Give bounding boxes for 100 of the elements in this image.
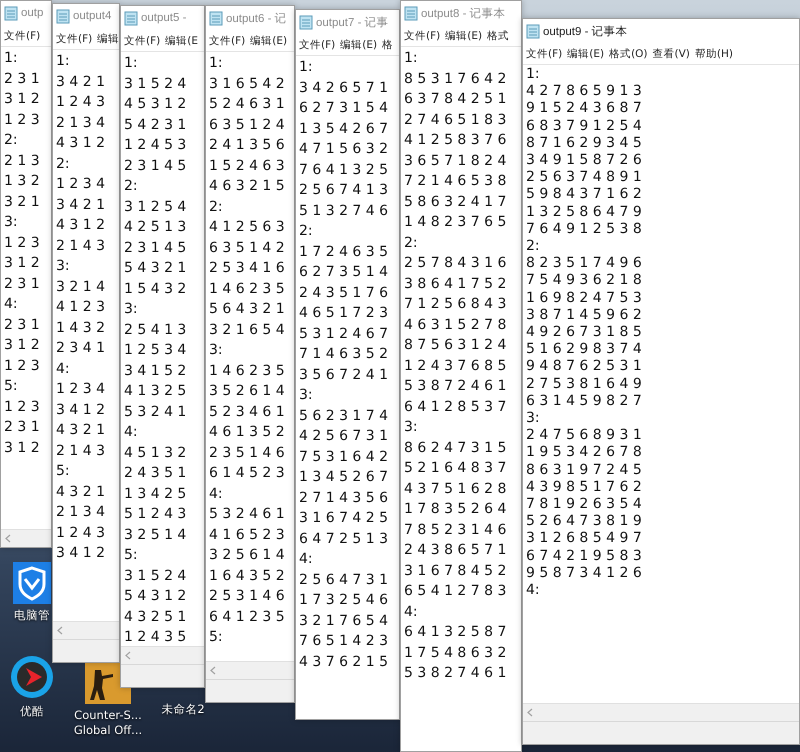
shield-icon[interactable]	[13, 562, 51, 604]
menu-item[interactable]: 编辑(E)	[250, 34, 288, 48]
horizontal-scrollbar[interactable]	[523, 703, 799, 721]
section-label: 4:	[56, 360, 70, 378]
section-label: 3:	[526, 410, 540, 428]
desktop-icon-label[interactable]: 电脑管	[14, 608, 50, 623]
menu-item[interactable]: 文件(F)	[209, 34, 246, 48]
section-label: 1:	[124, 54, 138, 73]
desktop-icon-label[interactable]: 未命名2	[161, 702, 205, 717]
number-row: 8 2 3 5 1 7 4 9 6	[526, 255, 642, 272]
number-row-text: 5 1 2 4 3	[124, 505, 186, 524]
number-row: 4 3 9 8 5 1 7 6 2	[526, 478, 642, 496]
menu-item[interactable]: 文件(F)	[526, 46, 562, 60]
number-row-text: 1 7 2 4 6 3 5	[299, 242, 388, 262]
window-title: outp	[21, 7, 44, 19]
number-row: 9 5 8 7 3 4 1 2 6	[526, 564, 642, 582]
menu-item[interactable]: 格式	[487, 28, 510, 42]
number-row-text: 2 5 3 4 1 6	[209, 259, 285, 278]
menu-item[interactable]: 格式(O)	[609, 46, 648, 60]
number-row-text: 3 1 2 5 4	[124, 198, 186, 216]
notepad-icon	[299, 14, 313, 30]
number-row-text: 2 1 3 4	[56, 503, 105, 522]
number-row-text: 4 3 1 2	[56, 216, 105, 235]
number-row-text: 2 1 3	[4, 152, 40, 170]
number-row-text: 8 7 5 6 3 1 2 4	[404, 336, 506, 355]
section-label: 2:	[299, 222, 313, 241]
section-label: 1:	[56, 52, 70, 71]
number-row-text: 5 8 6 3 2 4 1 7	[404, 192, 506, 212]
number-row-text: 8 5 3 1 7 6 4 2	[404, 70, 506, 88]
number-row-text: 3 2 1 6 5 4	[209, 320, 285, 340]
menu-item[interactable]: 文件(F)	[124, 34, 160, 48]
number-row-text: 1 2 3	[4, 356, 40, 376]
number-row-text: 2 3 4 1	[56, 339, 105, 358]
number-row-text: 3 8 6 4 1 7 5 2	[404, 274, 506, 294]
number-row-text: 4 3 2 5 1	[124, 608, 186, 626]
menu-item[interactable]: 编辑(E)	[567, 46, 604, 60]
number-row: 7 5 4 9 3 6 2 1 8	[526, 272, 642, 290]
chevron-left-icon[interactable]	[527, 708, 533, 717]
number-row-text: 8 6 2 4 7 3 1 5	[404, 438, 506, 458]
number-row-text: 4 7 1 5 6 3 2	[299, 140, 388, 159]
section-label: 3:	[299, 386, 313, 405]
chevron-left-icon[interactable]	[5, 534, 11, 543]
chevron-left-icon[interactable]	[125, 651, 131, 660]
menu-item[interactable]: 编辑(E)	[340, 38, 378, 52]
play-icon[interactable]	[9, 654, 55, 700]
number-row-text: 5 2 3 4 6 1	[209, 402, 285, 422]
number-row-text: 6 4 7 2 5 1 3	[299, 530, 388, 548]
desktop-icon-label[interactable]: Counter-S... Global Off...	[74, 708, 142, 738]
notepad-icon	[209, 10, 223, 26]
number-row-text: 4 5 3 1 2	[124, 95, 186, 114]
number-row-text: 1 4 3 2	[56, 318, 105, 338]
section-label: 5:	[4, 377, 18, 396]
menu-item[interactable]: 文件(F)	[4, 28, 40, 42]
section-label: 2:	[526, 238, 540, 256]
chevron-left-icon[interactable]	[210, 666, 216, 675]
number-row-text: 3 1 5 2 4	[124, 566, 186, 586]
number-row-text: 6 4 1 2 8 5 3 7	[404, 398, 506, 416]
section-label: 3:	[56, 257, 70, 276]
menu-item[interactable]: 编辑	[97, 32, 119, 46]
number-row-text: 2 5 3 1 4 6	[209, 587, 285, 606]
number-row: 6 7 4 2 1 9 5 8 3	[526, 548, 642, 565]
number-row-text: 3 1 6 5 4 2	[209, 74, 285, 94]
section-label: 2:	[404, 234, 418, 252]
notepad-icon	[4, 6, 18, 20]
number-row-text: 6 5 4 1 2 7 8 3	[404, 582, 506, 601]
menu-item[interactable]: 格	[382, 38, 394, 52]
horizontal-scrollbar[interactable]	[1, 529, 51, 547]
menu-item[interactable]: 文件(F)	[299, 38, 336, 52]
number-row-text: 4 6 3 1 5 2 7 8	[404, 316, 506, 334]
number-row-text: 1 2 3	[4, 110, 40, 130]
number-row-text: 2 4 3 5 1	[124, 464, 186, 483]
horizontal-scrollbar[interactable]	[53, 621, 119, 639]
section-label: 1:	[526, 66, 540, 84]
horizontal-scrollbar[interactable]	[121, 646, 204, 664]
menu-item[interactable]: 文件(F)	[56, 32, 92, 46]
number-row: 1 3 2 5 8 6 4 7 9	[526, 204, 642, 221]
number-row-text: 1 3 5 4 2 6 7	[299, 120, 388, 138]
desktop-icon-label[interactable]: 优酷	[20, 704, 44, 719]
notepad-icon	[404, 6, 418, 20]
menu-item[interactable]: 帮助(H)	[694, 46, 734, 60]
section-label: 4:	[299, 550, 313, 569]
menu-item[interactable]: 文件(F)	[404, 28, 440, 42]
number-row: 3 1 2 6 8 5 4 9 7	[526, 530, 642, 548]
number-row-text: 5 3 1 2 4 6 7	[299, 324, 388, 344]
number-row: 6 8 3 7 9 1 2 5 4	[526, 118, 642, 135]
chevron-left-icon[interactable]	[57, 626, 63, 635]
number-row-text: 1 2 5 3 4	[124, 341, 186, 360]
number-row-text: 1 2 4 3	[56, 524, 105, 542]
menu-item[interactable]: 编辑(E)	[445, 28, 482, 42]
number-row-text: 4 6 5 1 7 2 3	[299, 304, 388, 323]
menu-item[interactable]: 编辑(E	[165, 34, 198, 48]
number-row-text: 3 1 2	[4, 438, 40, 458]
number-row-text: 3 4 1 5 2	[124, 362, 186, 380]
number-row-text: 1 2 4 3	[56, 93, 105, 112]
number-row-text: 2 5 7 8 4 3 1 6	[404, 254, 506, 273]
menu-item[interactable]: 查看(V)	[652, 46, 690, 60]
number-row-text: 6 1 4 5 2 3	[209, 464, 285, 483]
number-row-text: 3 2 1 7 6 5 4	[299, 612, 388, 630]
horizontal-scrollbar[interactable]	[206, 661, 294, 679]
number-row-text: 4 1 2 5 6 3	[209, 218, 285, 237]
